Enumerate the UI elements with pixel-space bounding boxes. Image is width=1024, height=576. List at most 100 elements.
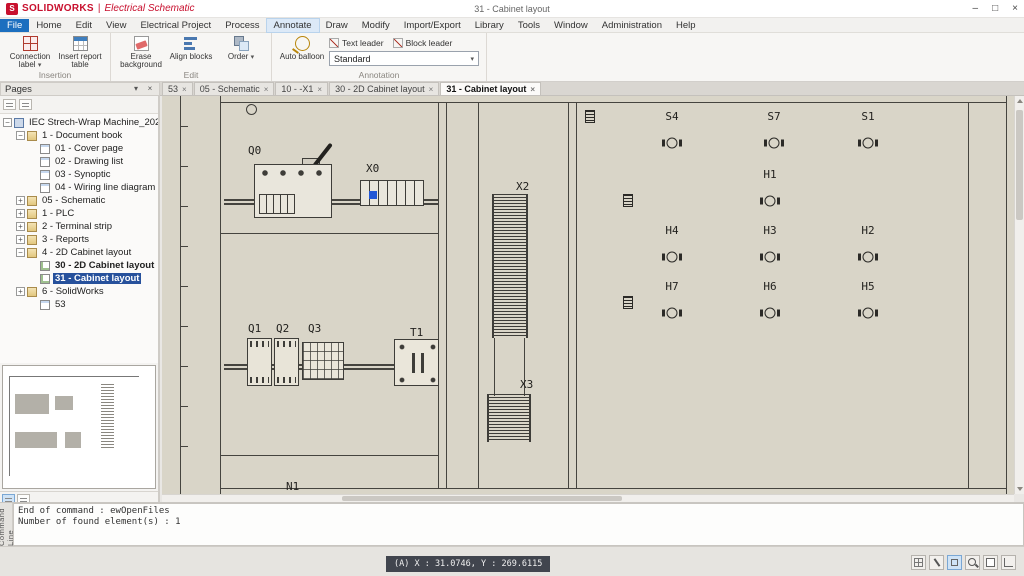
vertical-scrollbar-thumb[interactable] xyxy=(1016,110,1023,220)
tree-item[interactable]: +05 - Schematic xyxy=(0,194,158,207)
close-button[interactable]: × xyxy=(1012,1,1018,17)
device-bracket[interactable] xyxy=(623,194,633,207)
device-h6[interactable]: H6 xyxy=(759,280,781,320)
document-tab[interactable]: 53 × xyxy=(162,82,193,95)
tree-item[interactable]: +3 - Reports xyxy=(0,233,158,246)
grid-toggle-icon[interactable] xyxy=(911,555,926,570)
menu-item-help[interactable]: Help xyxy=(669,19,703,32)
tree-expander-icon[interactable]: + xyxy=(16,209,25,218)
tree-item[interactable]: − 1 - Document book xyxy=(0,129,158,142)
ribbon-group-annotation: Auto balloon Text leader Block leader St… xyxy=(272,33,487,81)
scroll-up-icon[interactable] xyxy=(1017,99,1023,103)
menu-item-import-export[interactable]: Import/Export xyxy=(397,19,468,32)
device-bracket[interactable] xyxy=(623,296,633,309)
tab-close-icon[interactable]: × xyxy=(530,85,535,94)
book-icon xyxy=(27,195,37,206)
document-tab[interactable]: 10 - -X1 × xyxy=(275,82,329,95)
panel-close-icon[interactable]: × xyxy=(145,84,155,94)
menu-item-library[interactable]: Library xyxy=(468,19,511,32)
device-s7[interactable]: S7 xyxy=(763,110,785,150)
layers-icon[interactable] xyxy=(983,555,998,570)
menu-item-window[interactable]: Window xyxy=(547,19,595,32)
book-view-icon[interactable] xyxy=(3,99,16,110)
tree-item[interactable]: +6 - SolidWorks xyxy=(0,285,158,298)
tree-expander-icon[interactable]: − xyxy=(16,248,25,257)
auto-balloon-button[interactable]: Auto balloon xyxy=(277,35,327,72)
command-line-tab[interactable]: Command Line xyxy=(0,503,15,546)
menu-item-administration[interactable]: Administration xyxy=(595,19,669,32)
device-h3[interactable]: H3 xyxy=(759,224,781,264)
command-output[interactable]: End of command : ewOpenFiles Number of fo… xyxy=(13,503,1024,546)
device-h4[interactable]: H4 xyxy=(661,224,683,264)
device-s1[interactable]: S1 xyxy=(857,110,879,150)
tab-close-icon[interactable]: × xyxy=(264,85,269,94)
menu-item-process[interactable]: Process xyxy=(218,19,266,32)
device-s4[interactable]: S4 xyxy=(661,110,683,150)
minimize-button[interactable]: – xyxy=(973,1,979,17)
drawing-canvas[interactable]: Q0 X0 X2 X3 Q1 Q2 Q3 T1 N1 S4 S7 S1 H1 H4 H3 H… xyxy=(162,96,1014,494)
device-h1[interactable]: H1 xyxy=(759,168,781,208)
tree-expander-icon[interactable]: + xyxy=(16,222,25,231)
maximize-button[interactable]: □ xyxy=(992,1,998,17)
menu-item-electrical-project[interactable]: Electrical Project xyxy=(133,19,218,32)
device-bracket[interactable] xyxy=(585,110,595,123)
tree-item[interactable]: 53 xyxy=(0,298,158,311)
device-h7[interactable]: H7 xyxy=(661,280,683,320)
horizontal-scrollbar[interactable] xyxy=(162,494,1014,502)
device-h2[interactable]: H2 xyxy=(857,224,879,264)
tree-expander-icon[interactable]: + xyxy=(16,287,25,296)
page-icon xyxy=(40,182,50,193)
horizontal-scrollbar-thumb[interactable] xyxy=(342,496,622,501)
tree-item[interactable]: − IEC Strech-Wrap Machine_2024042610112 xyxy=(0,116,158,129)
axis-icon[interactable] xyxy=(1001,555,1016,570)
menu-item-draw[interactable]: Draw xyxy=(319,19,355,32)
tree-item[interactable]: 04 - Wiring line diagram xyxy=(0,181,158,194)
app-name: SOLIDWORKS xyxy=(22,3,94,14)
panel-menu-icon[interactable]: ▾ xyxy=(131,84,141,94)
ribbon-group-label-edit: Edit xyxy=(183,70,199,80)
tree-item[interactable]: 03 - Synoptic xyxy=(0,168,158,181)
tab-close-icon[interactable]: × xyxy=(429,85,434,94)
insert-report-table-button[interactable]: Insert report table xyxy=(55,35,105,72)
annotation-style-dropdown[interactable]: Standard ▾ xyxy=(329,51,479,66)
document-tab[interactable]: 31 - Cabinet layout × xyxy=(440,82,541,95)
align-blocks-button[interactable]: Align blocks xyxy=(166,35,216,72)
menu-item-modify[interactable]: Modify xyxy=(355,19,397,32)
order-button[interactable]: Order ▾ xyxy=(216,35,266,72)
document-tab[interactable]: 05 - Schematic × xyxy=(193,82,275,95)
viewport-icon[interactable] xyxy=(947,555,962,570)
selection-cursor-icon[interactable] xyxy=(929,555,944,570)
menu-item-home[interactable]: Home xyxy=(29,19,68,32)
menu-item-edit[interactable]: Edit xyxy=(69,19,99,32)
device-h5[interactable]: H5 xyxy=(857,280,879,320)
connection-label-button[interactable]: Connection label ▾ xyxy=(5,35,55,72)
indicator-symbol xyxy=(661,249,683,264)
menu-item-view[interactable]: View xyxy=(99,19,133,32)
erase-background-button[interactable]: Erase background xyxy=(116,35,166,72)
document-tab[interactable]: 30 - 2D Cabinet layout × xyxy=(329,82,440,95)
zoom-icon[interactable] xyxy=(965,555,980,570)
text-leader-option[interactable]: Text leader xyxy=(329,38,384,48)
tree-expander-icon[interactable]: − xyxy=(16,131,25,140)
tree-item[interactable]: 31 - Cabinet layout xyxy=(0,272,158,285)
tree-expander-icon[interactable]: + xyxy=(16,235,25,244)
tree-item[interactable]: +2 - Terminal strip xyxy=(0,220,158,233)
tree-expander-icon[interactable]: − xyxy=(3,118,12,127)
tree-item[interactable]: 02 - Drawing list xyxy=(0,155,158,168)
menu-item-tools[interactable]: Tools xyxy=(511,19,547,32)
scroll-down-icon[interactable] xyxy=(1017,487,1023,491)
tree-item[interactable]: +1 - PLC xyxy=(0,207,158,220)
tab-close-icon[interactable]: × xyxy=(182,85,187,94)
preview-thumbnail[interactable] xyxy=(2,365,156,489)
menu-item-file[interactable]: File xyxy=(0,18,30,32)
tab-close-icon[interactable]: × xyxy=(317,85,322,94)
vertical-scrollbar[interactable] xyxy=(1014,96,1024,494)
tree-item-label: 31 - Cabinet layout xyxy=(53,273,142,284)
tree-expander-icon[interactable]: + xyxy=(16,196,25,205)
tree-item[interactable]: 30 - 2D Cabinet layout xyxy=(0,259,158,272)
menu-item-annotate[interactable]: Annotate xyxy=(265,17,320,33)
block-leader-option[interactable]: Block leader xyxy=(392,38,452,48)
folder-view-icon[interactable] xyxy=(19,99,32,110)
tree-item[interactable]: − 4 - 2D Cabinet layout xyxy=(0,246,158,259)
tree-item[interactable]: 01 - Cover page xyxy=(0,142,158,155)
